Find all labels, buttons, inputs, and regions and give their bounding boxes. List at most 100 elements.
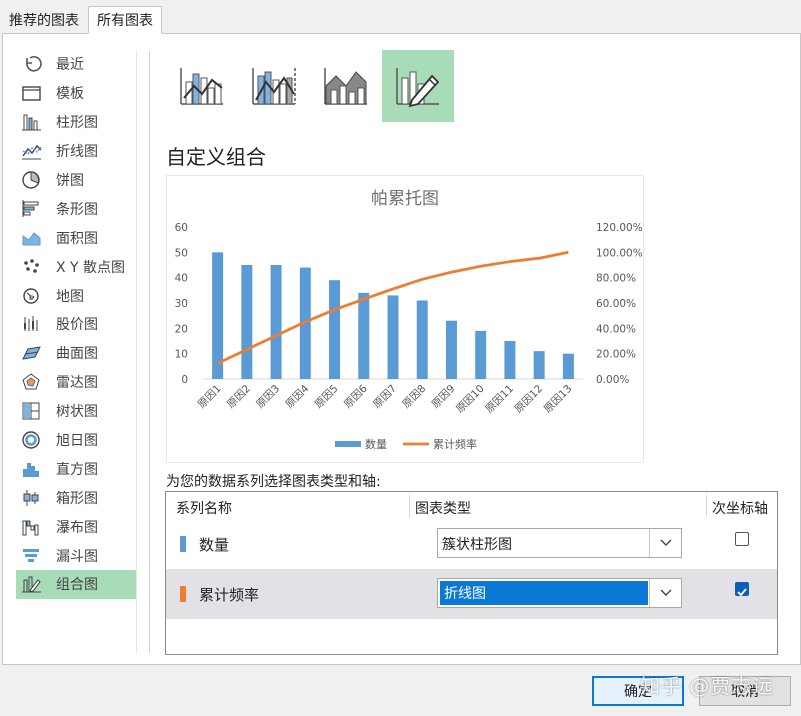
combo-subtype-icons (166, 50, 454, 124)
y-tick-label: 20 (175, 323, 188, 335)
watermark: 知乎 @贾志远 (640, 674, 774, 698)
x-tick-label: 原因13 (542, 383, 575, 416)
x-tick-label: 原因2 (225, 383, 253, 411)
x-tick-label: 原因11 (483, 383, 516, 416)
category-item-13[interactable]: 旭日图 (16, 426, 136, 455)
map-chart-icon (20, 286, 42, 306)
funnel-chart-icon (20, 546, 42, 566)
bar-原因1 (212, 252, 224, 379)
legend-swatch-bars (335, 441, 361, 447)
category-item-5[interactable]: 条形图 (16, 194, 136, 223)
category-label: 雷达图 (56, 375, 98, 392)
category-item-7[interactable]: X Y 散点图 (16, 252, 136, 281)
category-label: 地图 (56, 288, 84, 305)
box-whisker-chart-icon (20, 488, 42, 508)
bar-原因5 (329, 280, 341, 379)
category-label: 瀑布图 (56, 519, 98, 536)
header-secondary-axis: 次坐标轴 (712, 501, 768, 517)
bar-原因7 (387, 295, 399, 379)
category-item-11[interactable]: 雷达图 (16, 368, 136, 397)
chevron-down-icon[interactable] (649, 529, 681, 557)
section-title: 自定义组合 (166, 145, 266, 169)
y-tick-label: 30 (175, 298, 188, 310)
line-chart-icon (20, 141, 42, 161)
bar-原因10 (475, 330, 487, 379)
header-series-name: 系列名称 (176, 501, 232, 517)
x-tick-label: 原因5 (313, 383, 341, 411)
y2-tick-label: 80.00% (596, 273, 636, 285)
category-item-9[interactable]: 股价图 (16, 310, 136, 339)
waterfall-chart-icon (20, 517, 42, 537)
category-item-18[interactable]: 组合图 (16, 570, 136, 599)
combo-chart-icon (20, 574, 42, 594)
recent-icon (20, 54, 42, 74)
y2-tick-label: 60.00% (596, 298, 636, 310)
category-label: 面积图 (56, 230, 98, 247)
category-label: 模板 (56, 86, 84, 103)
category-label: 漏斗图 (56, 548, 98, 565)
series-row-quantity[interactable]: 数量 簇状柱形图 (166, 519, 777, 569)
category-label: 最近 (56, 57, 84, 74)
treemap-chart-icon (20, 401, 42, 421)
category-item-10[interactable]: 曲面图 (16, 339, 136, 368)
radar-chart-icon (20, 372, 42, 392)
area-chart-icon (20, 228, 42, 248)
category-item-4[interactable]: 饼图 (16, 166, 136, 195)
bar-原因8 (416, 300, 428, 379)
combo-stacked-area-column-icon[interactable] (310, 50, 382, 122)
category-label: 饼图 (56, 173, 84, 189)
series-name: 累计频率 (199, 586, 260, 604)
series-row-cumulative-frequency[interactable]: 累计频率 折线图 (166, 569, 777, 619)
series-color-swatch (180, 536, 186, 552)
chart-type-dropdown[interactable]: 折线图 (437, 578, 682, 608)
combo-clustered-column-line-icon[interactable] (166, 50, 238, 122)
bar-原因13 (562, 353, 574, 379)
legend-label: 数量 (365, 438, 387, 451)
column-separator (706, 495, 707, 517)
category-item-17[interactable]: 漏斗图 (16, 541, 136, 570)
chart-category-list: 最近模板柱形图折线图饼图条形图面积图 X Y 散点图 地图股价图曲面图雷达图树状图旭… (16, 50, 137, 654)
category-item-0[interactable]: 最近 (16, 50, 136, 79)
x-tick-label: 原因1 (196, 383, 224, 411)
header-chart-type: 图表类型 (415, 501, 471, 517)
focused-value-highlight: 折线图 (440, 581, 648, 605)
category-item-16[interactable]: 瀑布图 (16, 512, 136, 541)
chart-type-dropdown[interactable]: 簇状柱形图 (437, 528, 682, 558)
category-item-6[interactable]: 面积图 (16, 223, 136, 252)
category-label: 折线图 (56, 144, 98, 161)
bar-原因11 (504, 341, 516, 379)
category-item-1[interactable]: 模板 (16, 79, 136, 108)
category-label: X Y 散点图 (56, 259, 126, 276)
category-item-14[interactable]: 直方图 (16, 454, 136, 483)
histogram-chart-icon (20, 459, 42, 479)
tab-bar: 推荐的图表 所有图表 (0, 6, 162, 34)
chevron-down-icon[interactable] (649, 579, 681, 607)
series-name: 数量 (199, 536, 230, 554)
x-tick-label: 原因10 (454, 383, 487, 416)
combo-custom-combination-icon[interactable] (382, 50, 454, 122)
y2-tick-label: 0.00% (596, 374, 629, 386)
category-item-2[interactable]: 柱形图 (16, 108, 136, 137)
chart-preview: 帕累托图 0 10 20 30 40 50 60 0.00% 20.00% 40.00% 60.00%… (166, 175, 644, 463)
bar-原因9 (445, 320, 457, 379)
category-label: 曲面图 (56, 346, 98, 363)
category-item-15[interactable]: 箱形图 (16, 483, 136, 512)
y2-tick-label: 20.00% (596, 349, 636, 361)
secondary-axis-checkbox[interactable] (735, 582, 749, 597)
category-item-12[interactable]: 树状图 (16, 397, 136, 426)
scatter-chart-icon (20, 257, 42, 277)
tab-recommended-charts[interactable]: 推荐的图表 (0, 6, 88, 34)
checkmark-icon (737, 588, 747, 597)
chart-title: 帕累托图 (371, 189, 439, 209)
x-tick-label: 原因3 (254, 383, 282, 411)
series-color-swatch (180, 586, 186, 602)
y-tick-label: 50 (175, 247, 188, 259)
column-chart-icon (20, 112, 42, 132)
sunburst-chart-icon (20, 430, 42, 450)
y-tick-label: 0 (181, 374, 188, 386)
category-item-3[interactable]: 折线图 (16, 137, 136, 166)
combo-column-line-secondary-axis-icon[interactable] (238, 50, 310, 122)
secondary-axis-checkbox[interactable] (735, 532, 749, 546)
category-item-8[interactable]: 地图 (16, 281, 136, 310)
tab-all-charts[interactable]: 所有图表 (88, 6, 162, 34)
